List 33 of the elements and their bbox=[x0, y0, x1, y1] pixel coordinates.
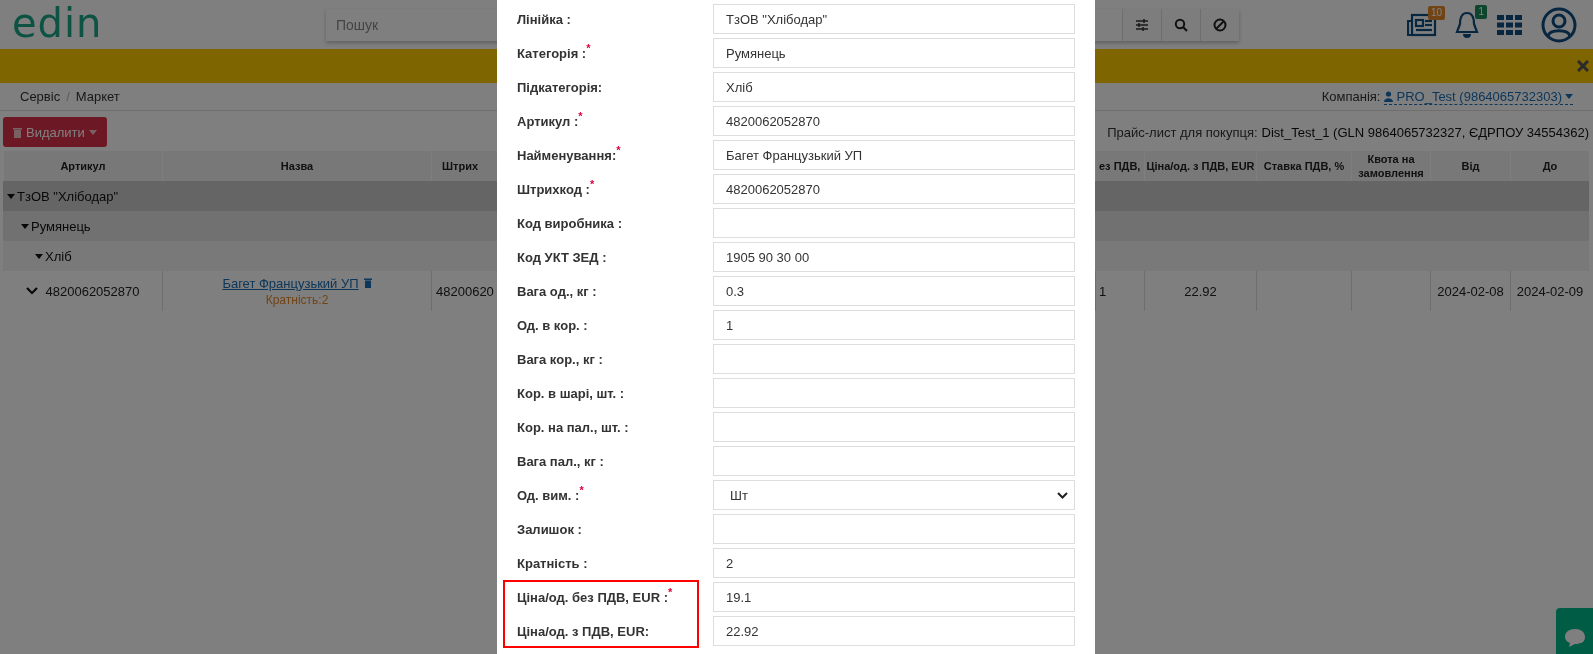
table-cell: 2024-02-08 bbox=[1437, 283, 1504, 299]
field-label: Ціна/од. з ПДВ, EUR: bbox=[517, 622, 651, 641]
breadcrumb-separator: / bbox=[66, 89, 70, 104]
field-label: Код виробника : bbox=[517, 214, 623, 233]
field-label: Кратність : bbox=[517, 554, 589, 573]
table-cell: 2024-02-09 bbox=[1516, 283, 1584, 299]
table-cell: 1 bbox=[1099, 283, 1107, 299]
field-label: Од. в кор. : bbox=[517, 316, 589, 335]
news-count-badge: 10 bbox=[1427, 5, 1445, 20]
company-label: Компанія: bbox=[1321, 89, 1381, 104]
notification-count-badge: 1 bbox=[1475, 4, 1487, 19]
table-cell: 4820062052870 bbox=[45, 283, 140, 299]
group-label: Румянець bbox=[31, 218, 91, 234]
field-label: Лінійка : bbox=[517, 10, 572, 29]
table-cell: 22.92 bbox=[1184, 283, 1217, 299]
field-label: Кор. в шарі, шт. : bbox=[517, 384, 626, 403]
field-label: Підкатегорія: bbox=[517, 78, 604, 97]
field-label: Артикул :$^{*}$ bbox=[517, 109, 584, 131]
group-label: Хліб bbox=[45, 248, 72, 264]
field-label: Залишок : bbox=[517, 520, 583, 539]
multiplicity-text: Кратність:2 bbox=[265, 292, 329, 307]
field-label: Категорія :$^{*}$ bbox=[517, 41, 592, 63]
field-label: Вага кор., кг : bbox=[517, 350, 604, 369]
price-list-buyer: Dist_Test_1 (GLN 9864065732327, ЄДРПОУ 34554362) bbox=[1261, 124, 1589, 140]
field-label: Кор. на пал., шт. : bbox=[517, 418, 630, 437]
field-label: Ціна/од. без ПДВ, EUR :$^{*}$ bbox=[517, 585, 674, 607]
field-label: Од. вим. :$^{*}$ bbox=[517, 483, 585, 505]
group-label: ТзОВ "Хлібодар" bbox=[17, 188, 119, 204]
field-label: Вага од., кг : bbox=[517, 282, 598, 301]
table-cell: 48200620 bbox=[436, 283, 494, 299]
field-label: Код УКТ ЗЕД : bbox=[517, 248, 608, 267]
field-label: Вага пал., кг : bbox=[517, 452, 605, 471]
price-list-label: Прайс-лист для покупця: bbox=[1107, 124, 1258, 140]
